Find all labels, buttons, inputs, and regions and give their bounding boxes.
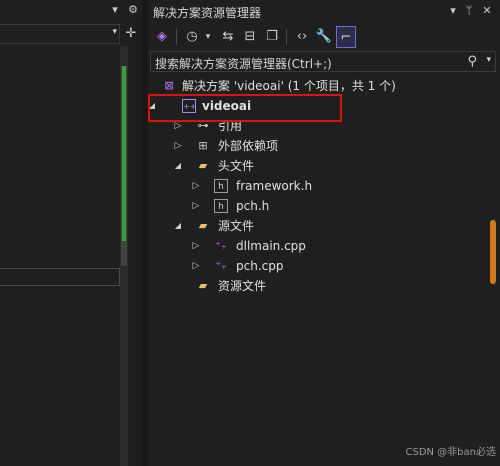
watermark-text: CSDN @非ban必选 xyxy=(405,447,496,458)
tree-item-external-deps[interactable]: ▷ ⊞ 外部依赖项 xyxy=(148,136,486,156)
collapse-arrow-icon[interactable]: ◢ xyxy=(146,96,158,116)
editor-pane: ▾ ⚙ ▾ ✛ xyxy=(0,0,142,466)
editor-nav-dropdown[interactable]: ▾ xyxy=(0,24,120,44)
tree-item-label: videoai xyxy=(202,99,252,113)
folder-icon: ▰ xyxy=(198,219,208,232)
code-icon[interactable]: ‹› xyxy=(292,26,312,48)
editor-line-field[interactable] xyxy=(0,268,120,286)
solution-icon: ⊠ xyxy=(164,79,174,92)
split-icon[interactable]: ✛ xyxy=(124,26,138,42)
chevron-down-icon[interactable]: ▾ xyxy=(446,3,460,19)
copy-icon[interactable]: ❐ xyxy=(262,26,282,48)
tree-item-project[interactable]: ◢ ++ videoai xyxy=(148,96,486,116)
expand-arrow-icon[interactable]: ▷ xyxy=(190,236,202,256)
gear-icon[interactable]: ⚙ xyxy=(126,3,140,17)
vs-icon[interactable]: ◈ xyxy=(152,26,172,48)
expand-arrow-icon[interactable]: ▷ xyxy=(172,136,184,156)
expand-arrow-icon[interactable]: ▷ xyxy=(190,256,202,276)
tree-item-label: 引用 xyxy=(218,119,243,133)
folder-icon: ▰ xyxy=(198,279,208,292)
tree-item-label: framework.h xyxy=(236,179,313,193)
tree-scroll-thumb[interactable] xyxy=(490,220,496,284)
search-icon[interactable]: ⚲ xyxy=(467,54,477,69)
header-file-icon: h xyxy=(214,199,228,213)
tree-item-label: pch.h xyxy=(236,199,270,213)
solution-explorer: 解决方案资源管理器 ▾ ᛘ ✕ ◈ ◷ ▾ ⇆ ⊟ ❐ ‹› 🔧 ⌐ 搜索解决方… xyxy=(148,0,500,466)
dropdown-arrow-icon[interactable]: ▾ xyxy=(108,3,122,17)
tree-item-dllmain-cpp[interactable]: ▷ ⁺₊ dllmain.cpp xyxy=(148,236,486,256)
tree-scrollbar[interactable] xyxy=(486,76,500,466)
tree-item-header-files[interactable]: ◢ ▰ 头文件 xyxy=(148,156,486,176)
project-icon: ++ xyxy=(182,99,196,113)
search-placeholder: 搜索解决方案资源管理器(Ctrl+;) xyxy=(155,57,332,71)
chevron-down-icon[interactable]: ▾ xyxy=(198,26,218,48)
search-input[interactable]: 搜索解决方案资源管理器(Ctrl+;) ⚲ ▾ xyxy=(150,51,496,72)
preview-icon[interactable]: ⌐ xyxy=(336,26,356,48)
expand-arrow-icon[interactable]: ▷ xyxy=(172,116,184,136)
tree-item-label: 头文件 xyxy=(218,159,255,173)
collapse-arrow-icon[interactable]: ◢ xyxy=(172,216,184,236)
tree-item-framework-h[interactable]: ▷ h framework.h xyxy=(148,176,486,196)
wrench-icon[interactable]: 🔧 xyxy=(314,26,334,48)
tree-item-label: 源文件 xyxy=(218,219,255,233)
header-file-icon: h xyxy=(214,179,228,193)
editor-scrollbar[interactable] xyxy=(120,46,128,466)
tree-item-label: dllmain.cpp xyxy=(236,239,306,253)
tree-item-label: pch.cpp xyxy=(236,259,284,273)
tree-item-resource-files[interactable]: ▰ 资源文件 xyxy=(148,276,486,296)
cpp-file-icon: ⁺₊ xyxy=(215,259,227,272)
chevron-down-icon: ▾ xyxy=(112,27,117,37)
references-icon: ⊶ xyxy=(197,119,209,132)
panel-title: 解决方案资源管理器 xyxy=(153,6,262,20)
chevron-down-icon[interactable]: ▾ xyxy=(486,55,491,65)
editor-header: ▾ ⚙ xyxy=(0,0,142,22)
expand-arrow-icon[interactable]: ▷ xyxy=(190,176,202,196)
solution-explorer-toolbar: ◈ ◷ ▾ ⇆ ⊟ ❐ ‹› 🔧 ⌐ xyxy=(148,24,500,50)
folder-icon: ▰ xyxy=(198,159,208,172)
solution-explorer-titlebar: 解决方案资源管理器 ▾ ᛘ ✕ xyxy=(148,0,500,22)
close-icon[interactable]: ✕ xyxy=(480,3,494,19)
tree-item-label: 外部依赖项 xyxy=(218,139,279,153)
external-deps-icon: ⊞ xyxy=(198,139,208,152)
toolbar-separator xyxy=(286,29,287,45)
tree-item-source-files[interactable]: ◢ ▰ 源文件 xyxy=(148,216,486,236)
collapse-arrow-icon[interactable]: ◢ xyxy=(172,156,184,176)
sync-icon[interactable]: ⇆ xyxy=(218,26,238,48)
editor-content[interactable] xyxy=(0,46,120,466)
tree-item-label: 资源文件 xyxy=(218,279,267,293)
change-marker xyxy=(122,66,126,241)
tree-item-solution[interactable]: ⊠ 解决方案 'videoai' (1 个项目，共 1 个) xyxy=(148,76,486,96)
cpp-file-icon: ⁺₊ xyxy=(215,239,227,252)
tree-item-label: 解决方案 'videoai' (1 个项目，共 1 个) xyxy=(182,79,396,93)
toolbar-separator xyxy=(176,29,177,45)
tree-item-pch-cpp[interactable]: ▷ ⁺₊ pch.cpp xyxy=(148,256,486,276)
tree-item-pch-h[interactable]: ▷ h pch.h xyxy=(148,196,486,216)
expand-arrow-icon[interactable]: ▷ xyxy=(190,196,202,216)
collapse-icon[interactable]: ⊟ xyxy=(240,26,260,48)
pin-icon[interactable]: ᛘ xyxy=(462,3,476,19)
tree-item-references[interactable]: ▷ ⊶ 引用 xyxy=(148,116,486,136)
solution-tree: ⊠ 解决方案 'videoai' (1 个项目，共 1 个) ◢ ++ vide… xyxy=(148,76,486,466)
